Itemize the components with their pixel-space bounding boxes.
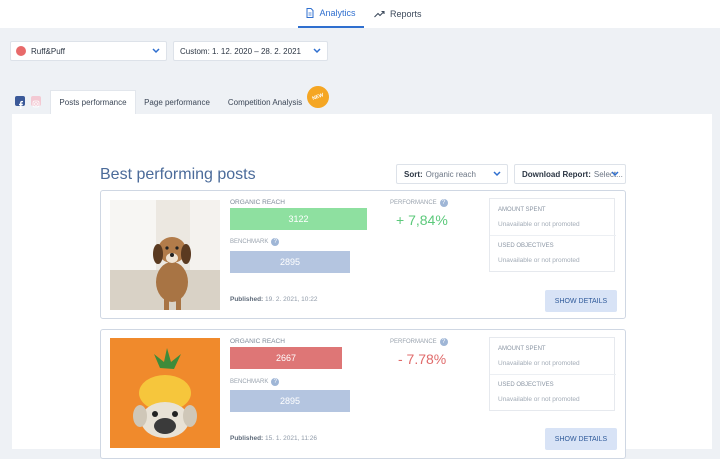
- top-nav: Analytics Reports: [0, 0, 720, 28]
- download-label: Download Report:: [522, 169, 591, 179]
- performance-value: - 7.78%: [398, 351, 447, 367]
- sort-dropdown[interactable]: Sort: Organic reach: [396, 164, 508, 184]
- used-objectives-label: USED OBJECTIVES: [498, 382, 554, 388]
- benchmark-bar: 2895: [230, 390, 350, 412]
- post-image: [110, 338, 220, 448]
- chevron-down-icon: [493, 171, 501, 177]
- performance-label-text: PERFORMANCE: [390, 200, 437, 206]
- help-icon[interactable]: ?: [271, 238, 280, 246]
- help-icon[interactable]: ?: [439, 338, 448, 346]
- post-image: [110, 200, 220, 310]
- published-label: Published:: [230, 435, 264, 442]
- show-details-button[interactable]: SHOW DETAILS: [545, 290, 617, 312]
- reports-label: Reports: [390, 9, 422, 19]
- promotion-info-box: AMOUNT SPENT Unavailable or not promoted…: [489, 198, 616, 272]
- amount-spent-label: AMOUNT SPENT: [498, 207, 546, 213]
- benchmark-label-text: BENCHMARK: [230, 379, 269, 385]
- published-value: 19. 2. 2021, 10:22: [265, 296, 318, 303]
- show-details-button[interactable]: SHOW DETAILS: [545, 428, 617, 450]
- date-range-selector[interactable]: Custom: 1. 12. 2020 – 28. 2. 2021: [173, 41, 328, 61]
- tab-competition-analysis[interactable]: Competition Analysis: [222, 90, 308, 114]
- published-date: Published: 19. 2. 2021, 10:22: [230, 296, 317, 303]
- analytics-tab[interactable]: Analytics: [298, 0, 364, 28]
- amount-spent-value: Unavailable or not promoted: [498, 360, 580, 367]
- used-objectives-value: Unavailable or not promoted: [498, 257, 580, 264]
- sort-label: Sort:: [404, 169, 423, 179]
- used-objectives-label: USED OBJECTIVES: [498, 243, 554, 249]
- document-icon: [306, 8, 314, 18]
- page-selector[interactable]: Ruff&Puff: [10, 41, 167, 61]
- chevron-down-icon: [611, 171, 619, 177]
- help-icon[interactable]: ?: [439, 199, 448, 207]
- performance-value: + 7,84%: [396, 212, 448, 228]
- download-report-dropdown[interactable]: Download Report: Select...: [514, 164, 626, 184]
- instagram-icon[interactable]: [31, 96, 41, 108]
- chevron-down-icon: [152, 48, 160, 54]
- benchmark-label-text: BENCHMARK: [230, 239, 269, 245]
- performance-label-text: PERFORMANCE: [390, 339, 437, 345]
- facebook-icon[interactable]: [15, 96, 25, 109]
- sort-value: Organic reach: [425, 169, 476, 179]
- ruff-puff-logo-icon: [16, 46, 26, 56]
- performance-label: PERFORMANCE?: [390, 338, 448, 346]
- organic-reach-bar: 2667: [230, 347, 342, 369]
- section-title: Best performing posts: [100, 166, 256, 183]
- promotion-info-box: AMOUNT SPENT Unavailable or not promoted…: [489, 337, 616, 411]
- trend-icon: [374, 10, 385, 18]
- performance-label: PERFORMANCE?: [390, 199, 448, 207]
- date-range-value: Custom: 1. 12. 2020 – 28. 2. 2021: [180, 46, 301, 56]
- tab-page-performance[interactable]: Page performance: [140, 90, 214, 114]
- help-icon[interactable]: ?: [271, 378, 280, 386]
- divider: [490, 374, 616, 375]
- new-badge: NEW: [303, 82, 333, 112]
- reports-tab[interactable]: Reports: [374, 0, 424, 28]
- benchmark-label: BENCHMARK?: [230, 378, 280, 386]
- published-label: Published:: [230, 296, 264, 303]
- published-date: Published: 15. 1. 2021, 11:26: [230, 435, 317, 442]
- benchmark-label: BENCHMARK?: [230, 238, 280, 246]
- page-selector-value: Ruff&Puff: [31, 46, 65, 56]
- analytics-label: Analytics: [319, 8, 356, 18]
- amount-spent-label: AMOUNT SPENT: [498, 346, 546, 352]
- amount-spent-value: Unavailable or not promoted: [498, 221, 580, 228]
- divider: [490, 235, 616, 236]
- chevron-down-icon: [313, 48, 321, 54]
- tab-posts-performance[interactable]: Posts performance: [50, 90, 136, 114]
- organic-reach-bar: 3122: [230, 208, 367, 230]
- published-value: 15. 1. 2021, 11:26: [265, 435, 317, 442]
- used-objectives-value: Unavailable or not promoted: [498, 396, 580, 403]
- organic-reach-label: ORGANIC REACH: [230, 338, 285, 345]
- organic-reach-label: ORGANIC REACH: [230, 199, 285, 206]
- benchmark-bar: 2895: [230, 251, 350, 273]
